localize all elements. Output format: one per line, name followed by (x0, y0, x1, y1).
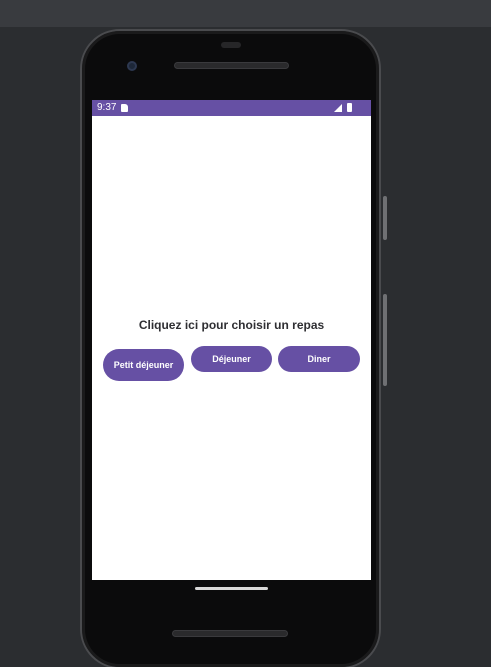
bottom-speaker (172, 630, 288, 637)
battery-icon (347, 103, 352, 112)
signal-icon (334, 104, 342, 112)
emulator-toolbar (0, 0, 491, 27)
meal-prompt: Cliquez ici pour choisir un repas (138, 318, 325, 332)
volume-button[interactable] (383, 294, 387, 386)
app-screen: 9:37 Cliquez ici pour choisir un repas P… (92, 100, 371, 580)
earpiece-speaker (174, 62, 289, 69)
phone-sensor (221, 42, 241, 48)
diner-button[interactable]: Diner (278, 346, 360, 372)
status-bar: 9:37 (92, 100, 371, 116)
dejeuner-button[interactable]: Déjeuner (191, 346, 272, 372)
petit-dejeuner-button[interactable]: Petit déjeuner (103, 349, 184, 381)
power-button[interactable] (383, 196, 387, 240)
front-camera-icon (127, 61, 137, 71)
status-time: 9:37 (97, 102, 117, 113)
sd-card-icon (121, 104, 128, 112)
home-gesture-bar[interactable] (195, 587, 268, 590)
